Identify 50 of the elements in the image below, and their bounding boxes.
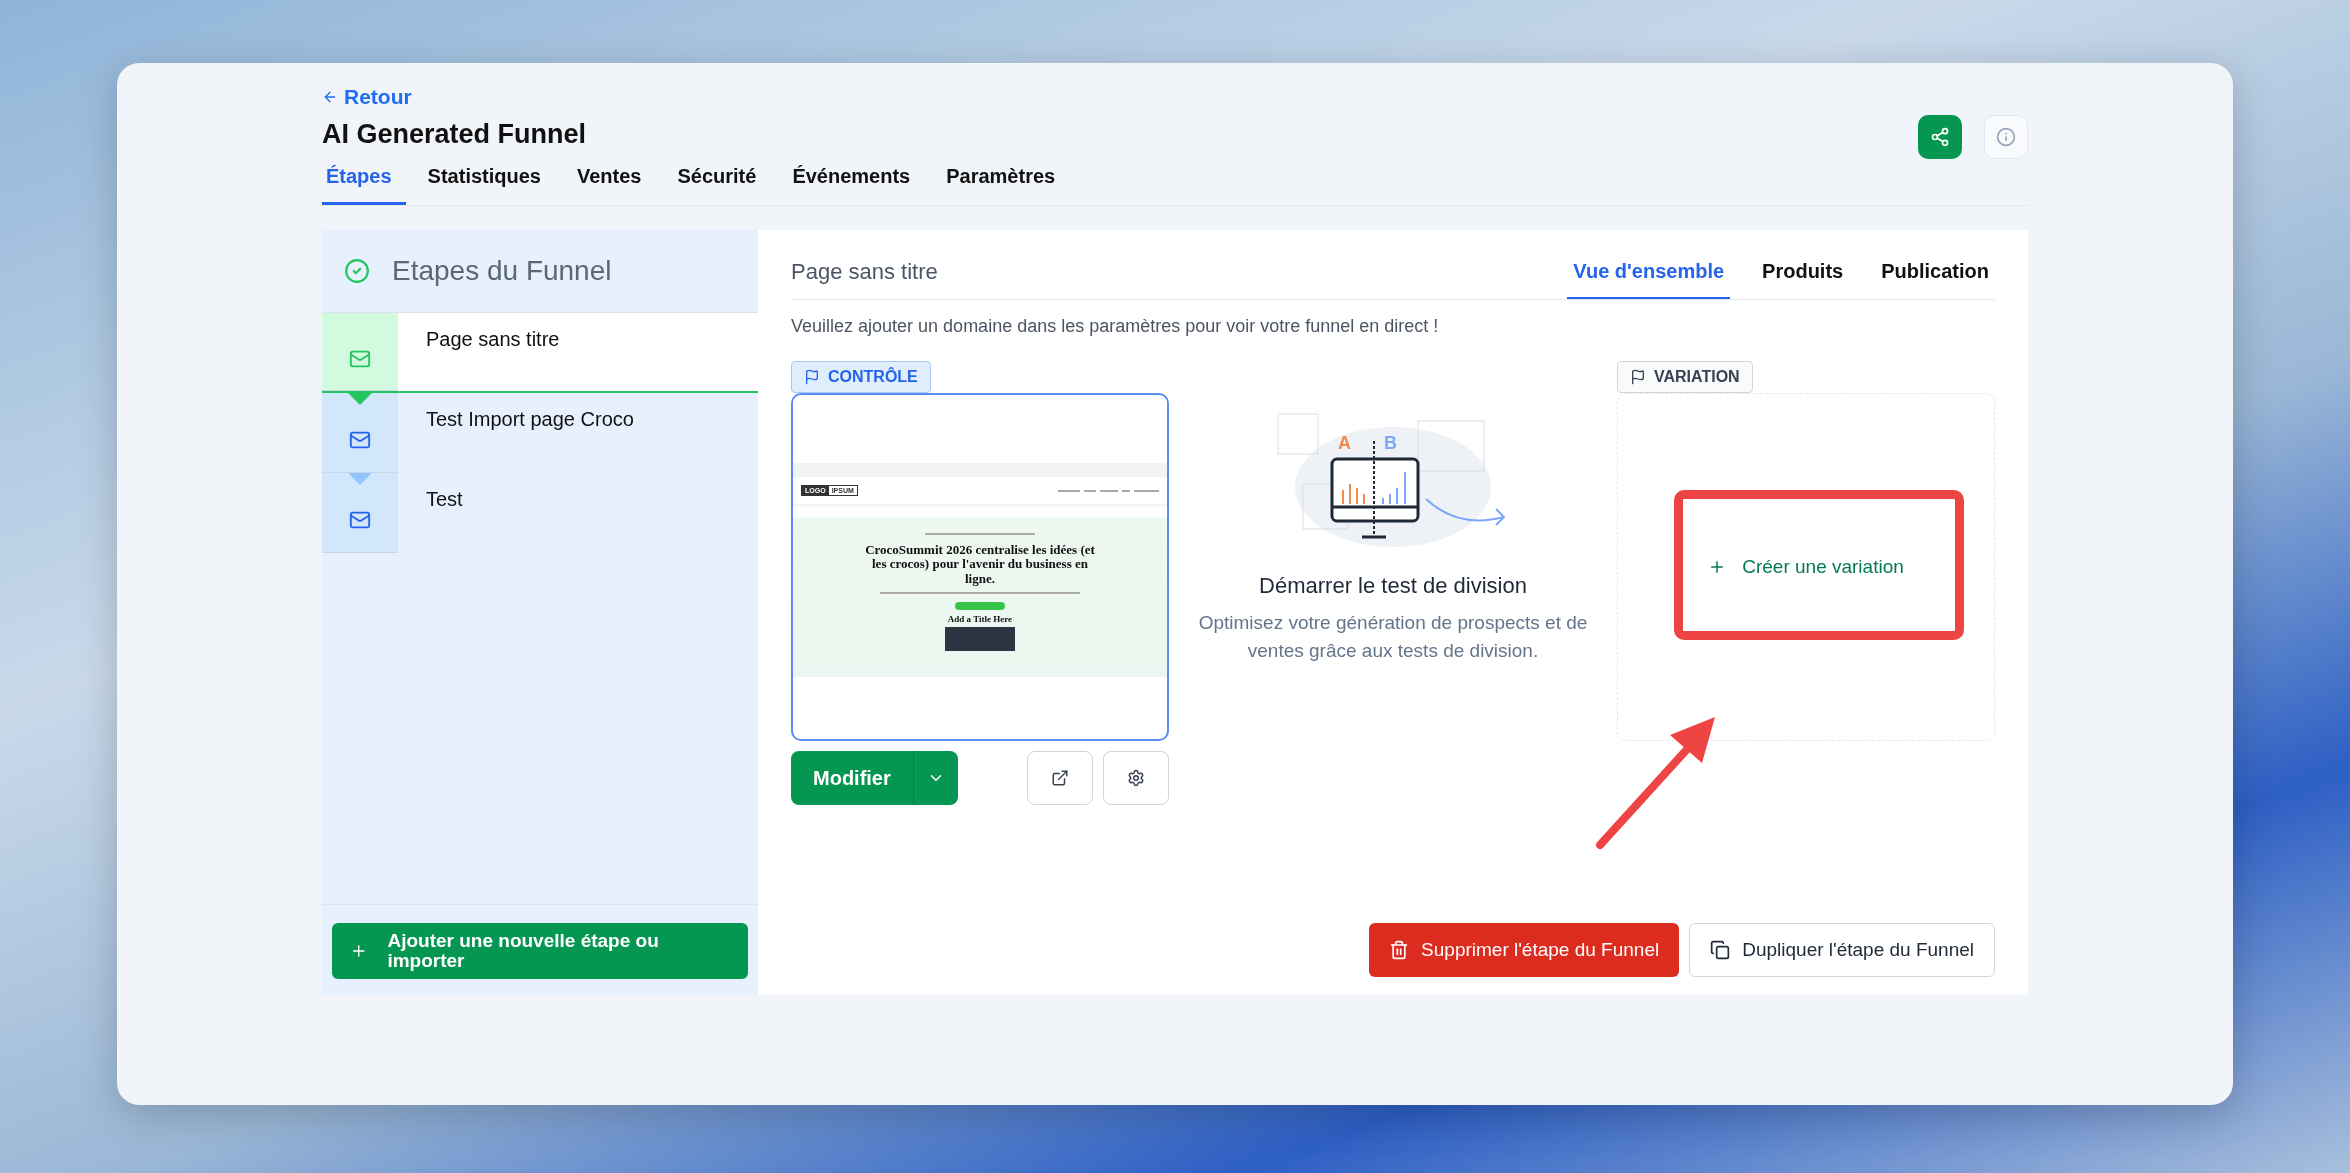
- duplicate-step-button[interactable]: Dupliquer l'étape du Funnel: [1689, 923, 1995, 977]
- edit-split-button[interactable]: Modifier: [791, 751, 958, 805]
- split-test-description: Optimisez votre génération de prospects et de ventes grâce aux tests de division.: [1198, 611, 1588, 663]
- preview-section-title: Add a Title Here: [947, 613, 1013, 624]
- flag-icon: [804, 369, 820, 385]
- edit-button[interactable]: Modifier: [791, 751, 914, 805]
- share-button[interactable]: [1918, 115, 1962, 159]
- cta-button-drawing: [955, 601, 1005, 610]
- domain-notice: Veuillez ajouter un domaine dans les paramètres pour voir votre funnel en direct !: [791, 316, 1440, 337]
- photo-placeholder: [945, 626, 1015, 651]
- add-step-button[interactable]: Ajouter une nouvelle étape ou importer: [332, 923, 748, 979]
- control-tag: CONTRÔLE: [791, 361, 931, 393]
- step-label: Test: [425, 487, 463, 512]
- step-label: Page sans titre: [425, 327, 560, 352]
- tab[interactable]: Paramètres: [942, 165, 1070, 205]
- triangle-icon: [348, 473, 372, 485]
- split-test-title: Démarrer le test de division: [1259, 573, 1527, 599]
- triangle-icon: [348, 393, 372, 405]
- preview-headline: CrocoSummit 2026 centralise les idées (et les crocos) pour l'avenir du business en ligne.: [864, 543, 1096, 586]
- flag-icon: [1630, 369, 1646, 385]
- tab[interactable]: Statistiques: [423, 165, 555, 205]
- page-title: AI Generated Funnel: [322, 119, 587, 150]
- sidebar-title: Etapes du Funnel: [392, 255, 612, 287]
- tab[interactable]: Ventes: [572, 165, 656, 205]
- page-name: Page sans titre: [791, 259, 938, 286]
- delete-step-button[interactable]: Supprimer l'étape du Funnel: [1369, 923, 1680, 977]
- check-circle-icon: [344, 258, 370, 284]
- tab[interactable]: Sécurité: [673, 165, 771, 205]
- copy-icon: [1710, 940, 1731, 960]
- trash-icon: [1389, 940, 1410, 960]
- variation-tag: VARIATION: [1617, 361, 1753, 393]
- info-icon: [1996, 127, 2016, 147]
- tab[interactable]: Étapes: [322, 165, 406, 205]
- settings-icon: [1127, 769, 1145, 787]
- external-link-button[interactable]: [1027, 751, 1093, 805]
- tab[interactable]: Événements: [788, 165, 925, 205]
- step-item[interactable]: Test: [322, 473, 758, 553]
- step-item[interactable]: Test Import page Croco: [322, 393, 758, 473]
- step-label: Test Import page Croco: [425, 407, 634, 432]
- info-button[interactable]: [1984, 115, 2028, 159]
- settings-button[interactable]: [1103, 751, 1169, 805]
- share-icon: [1930, 127, 1950, 147]
- create-variation-button[interactable]: Créer une variation: [1702, 555, 1910, 579]
- arrow-left-icon: [322, 89, 338, 105]
- tab[interactable]: Vue d'ensemble: [1567, 250, 1731, 299]
- step-item[interactable]: Page sans titre: [322, 313, 758, 393]
- external-link-icon: [1051, 769, 1069, 787]
- tab[interactable]: Publication: [1875, 250, 1995, 299]
- back-link[interactable]: Retour: [322, 85, 412, 109]
- tab[interactable]: Produits: [1756, 250, 1850, 299]
